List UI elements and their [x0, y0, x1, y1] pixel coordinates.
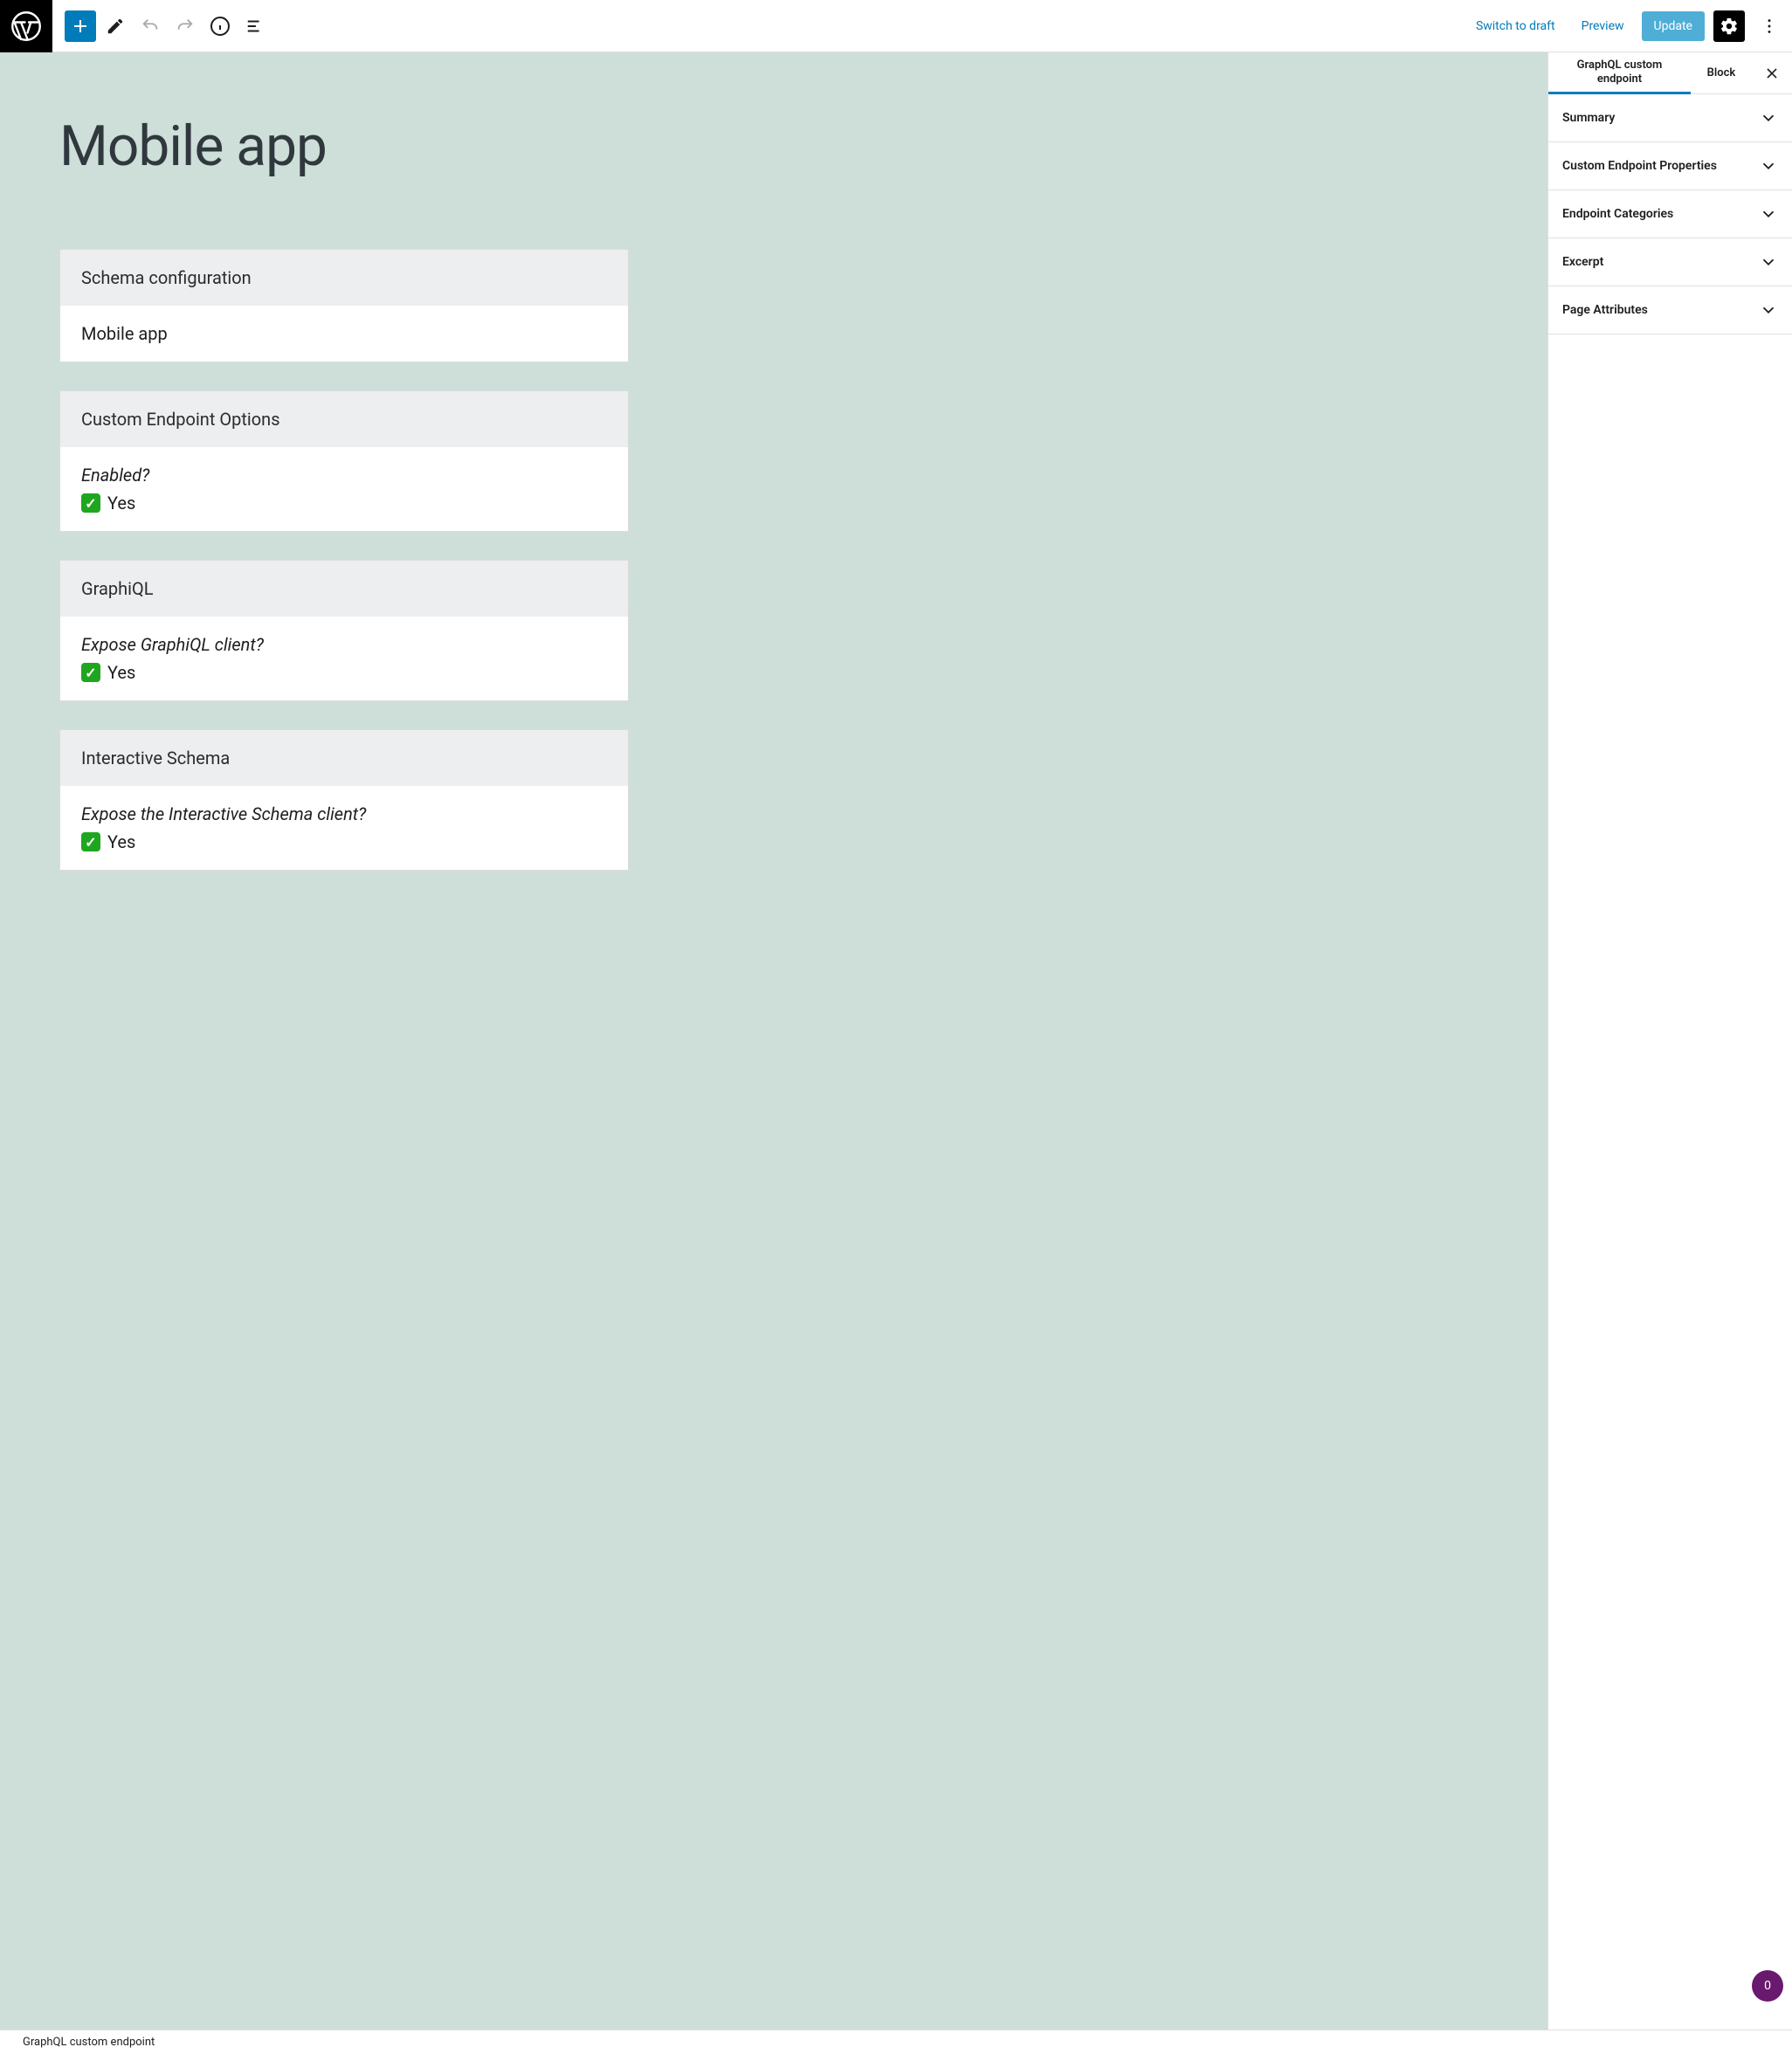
block-graphiql[interactable]: GraphiQL Expose GraphiQL client? ✓ Yes [59, 560, 629, 701]
panel-header[interactable]: Excerpt [1548, 238, 1792, 286]
panel-title: Excerpt [1562, 255, 1603, 269]
editor-top-toolbar: Switch to draft Preview Update [0, 0, 1792, 52]
tab-graphql-custom-endpoint[interactable]: GraphQL custom endpoint [1548, 52, 1691, 94]
panel-endpoint-categories[interactable]: Endpoint Categories [1548, 190, 1792, 238]
block-body: Mobile app [60, 306, 628, 362]
update-button[interactable]: Update [1642, 11, 1705, 41]
answer-text: Yes [107, 831, 135, 852]
close-icon [1763, 65, 1781, 82]
block-schema-configuration[interactable]: Schema configuration Mobile app [59, 249, 629, 362]
wordpress-logo-button[interactable] [0, 0, 52, 52]
panel-excerpt[interactable]: Excerpt [1548, 238, 1792, 286]
editor-content: Mobile app Schema configuration Mobile a… [52, 52, 646, 951]
post-title[interactable]: Mobile app [59, 114, 629, 179]
block-header: GraphiQL [60, 561, 628, 617]
block-custom-endpoint-options[interactable]: Custom Endpoint Options Enabled? ✓ Yes [59, 390, 629, 532]
option-answer: ✓ Yes [81, 831, 607, 852]
list-icon [245, 17, 265, 36]
panel-page-attributes[interactable]: Page Attributes [1548, 286, 1792, 334]
settings-sidebar: GraphQL custom endpoint Block Summary Cu… [1547, 52, 1792, 2030]
panel-header[interactable]: Custom Endpoint Properties [1548, 142, 1792, 190]
block-body: Enabled? ✓ Yes [60, 447, 628, 531]
switch-to-draft-link[interactable]: Switch to draft [1467, 14, 1564, 38]
toolbar-tools [52, 10, 271, 42]
block-header: Schema configuration [60, 250, 628, 306]
close-sidebar-button[interactable] [1752, 52, 1792, 93]
preview-link[interactable]: Preview [1573, 14, 1633, 38]
option-question: Enabled? [81, 465, 607, 486]
panel-custom-endpoint-properties[interactable]: Custom Endpoint Properties [1548, 142, 1792, 190]
block-header: Custom Endpoint Options [60, 391, 628, 447]
block-body: Expose the Interactive Schema client? ✓ … [60, 786, 628, 870]
info-icon [210, 16, 231, 37]
option-answer: ✓ Yes [81, 662, 607, 683]
checkmark-icon: ✓ [81, 493, 100, 513]
panel-summary[interactable]: Summary [1548, 94, 1792, 142]
checkmark-icon: ✓ [81, 663, 100, 682]
more-options-button[interactable] [1754, 10, 1785, 42]
checkmark-icon: ✓ [81, 832, 100, 851]
undo-button [134, 10, 166, 42]
panel-header[interactable]: Endpoint Categories [1548, 190, 1792, 238]
block-body: Expose GraphiQL client? ✓ Yes [60, 617, 628, 700]
chevron-down-icon [1759, 108, 1778, 128]
panel-header[interactable]: Summary [1548, 94, 1792, 141]
option-answer: ✓ Yes [81, 493, 607, 514]
redo-button [169, 10, 201, 42]
dots-vertical-icon [1760, 17, 1779, 36]
sidebar-panels: Summary Custom Endpoint Properties Endpo… [1548, 94, 1792, 2030]
chevron-down-icon [1759, 300, 1778, 320]
chevron-down-icon [1759, 252, 1778, 272]
undo-icon [141, 17, 160, 36]
block-header: Interactive Schema [60, 730, 628, 786]
chevron-down-icon [1759, 156, 1778, 176]
editor-main: Mobile app Schema configuration Mobile a… [0, 52, 1792, 2030]
answer-text: Yes [107, 662, 135, 683]
edit-tool-button[interactable] [100, 10, 131, 42]
tab-block[interactable]: Block [1691, 52, 1752, 93]
add-block-button[interactable] [65, 10, 96, 42]
settings-button[interactable] [1713, 10, 1745, 42]
panel-title: Summary [1562, 111, 1615, 125]
block-interactive-schema[interactable]: Interactive Schema Expose the Interactiv… [59, 729, 629, 871]
sidebar-tabs: GraphQL custom endpoint Block [1548, 52, 1792, 94]
chevron-down-icon [1759, 204, 1778, 224]
gear-icon [1720, 17, 1739, 36]
panel-header[interactable]: Page Attributes [1548, 286, 1792, 334]
answer-text: Yes [107, 493, 135, 514]
option-question: Expose the Interactive Schema client? [81, 803, 607, 824]
toolbar-right: Switch to draft Preview Update [1467, 10, 1792, 42]
editor-canvas[interactable]: Mobile app Schema configuration Mobile a… [0, 52, 1547, 2030]
panel-title: Page Attributes [1562, 303, 1648, 317]
panel-title: Custom Endpoint Properties [1562, 159, 1717, 173]
outline-button[interactable] [239, 10, 271, 42]
details-button[interactable] [204, 10, 236, 42]
option-question: Expose GraphiQL client? [81, 634, 607, 655]
panel-title: Endpoint Categories [1562, 207, 1673, 221]
notification-fab[interactable]: 0 [1752, 1970, 1783, 2002]
pencil-icon [106, 17, 125, 36]
wordpress-icon [10, 10, 42, 42]
redo-icon [176, 17, 195, 36]
plus-icon [70, 16, 91, 37]
block-breadcrumb[interactable]: GraphQL custom endpoint [0, 2030, 1792, 2054]
